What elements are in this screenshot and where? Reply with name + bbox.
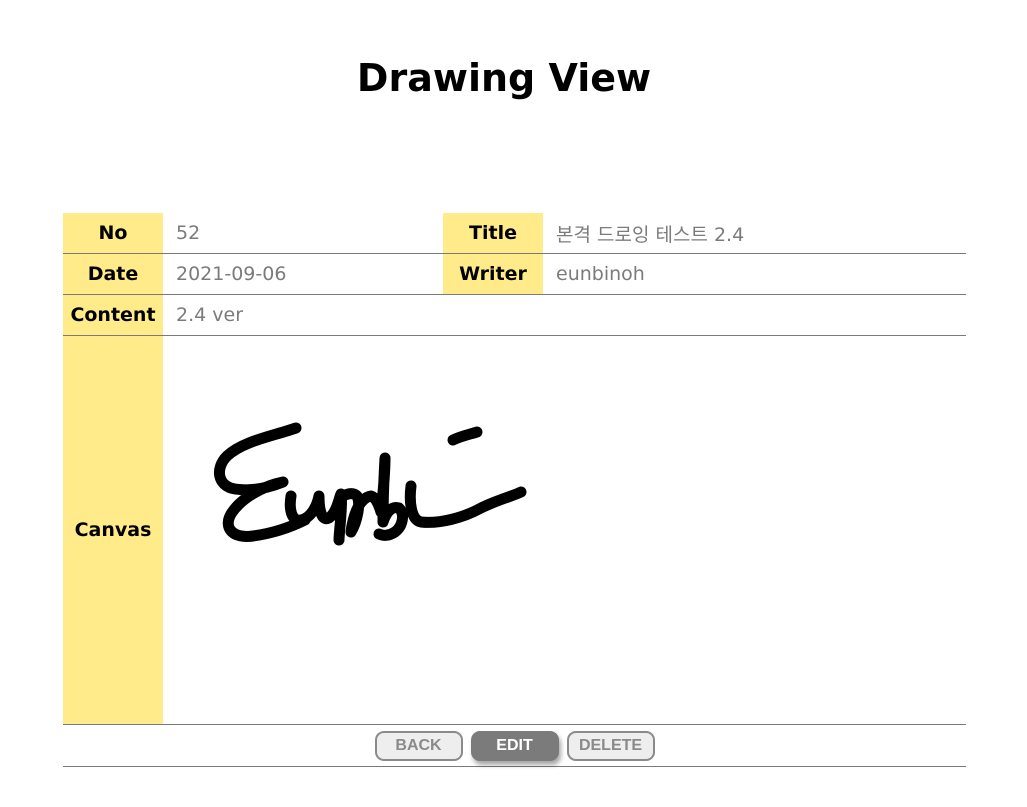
date-label: Date [63,254,163,294]
content-label: Content [63,295,163,335]
writer-label: Writer [443,254,543,294]
writer-value: eunbinoh [556,263,645,285]
row-no-title: No 52 Title 본격 드로잉 테스트 2.4 [63,213,966,254]
no-value: 52 [176,222,201,244]
drawing-canvas[interactable] [163,336,966,724]
no-label: No [63,213,163,253]
row-date-writer: Date 2021-09-06 Writer eunbinoh [63,254,966,295]
delete-button[interactable]: DELETE [566,730,655,761]
content-value: 2.4 ver [176,304,244,326]
back-button[interactable]: BACK [374,730,463,761]
title-value: 본격 드로잉 테스트 2.4 [556,223,745,246]
drawing-detail-table: No 52 Title 본격 드로잉 테스트 2.4 Date 2021-09-… [63,213,966,767]
edit-button[interactable]: EDIT [470,730,559,761]
page-title: Drawing View [356,56,652,100]
button-row: BACK EDIT DELETE [63,725,966,767]
canvas-label: Canvas [63,336,163,724]
row-canvas: Canvas [63,336,966,725]
row-content: Content 2.4 ver [63,295,966,336]
handwritten-drawing [214,422,527,546]
title-label: Title [443,213,543,253]
date-value: 2021-09-06 [176,263,287,285]
